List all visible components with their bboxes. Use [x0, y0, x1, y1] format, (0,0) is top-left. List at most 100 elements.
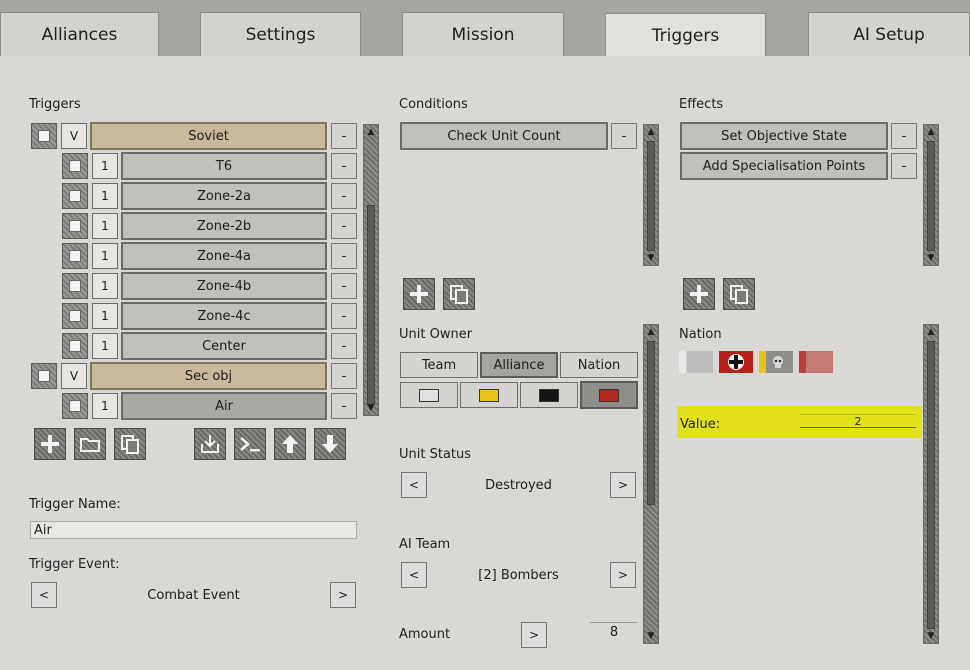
trigger-count[interactable]: 1	[92, 393, 118, 419]
copy-effect-button[interactable]	[723, 278, 755, 310]
trigger-count[interactable]: 1	[92, 153, 118, 179]
copy-trigger-button[interactable]	[114, 428, 146, 460]
scroll-up-icon[interactable]: ▲	[645, 327, 657, 337]
remove-trigger-button[interactable]: -	[331, 183, 357, 209]
tab-mission[interactable]: Mission	[402, 12, 564, 56]
trigger-group-sec-obj[interactable]: Sec obj	[90, 362, 327, 390]
nation-flag-skull[interactable]	[759, 351, 793, 373]
scroll-down-icon[interactable]: ▼	[645, 253, 657, 263]
trigger-count[interactable]: 1	[92, 303, 118, 329]
trigger-group-toggle[interactable]: V	[61, 123, 87, 149]
triggers-scrollbar[interactable]: ▲ ▼	[363, 124, 379, 416]
trigger-count[interactable]: 1	[92, 333, 118, 359]
trigger-item[interactable]: Zone-4b	[121, 272, 327, 300]
trigger-item[interactable]: Zone-2a	[121, 182, 327, 210]
trigger-count[interactable]: 1	[92, 243, 118, 269]
remove-trigger-button[interactable]: -	[331, 213, 357, 239]
trigger-checkbox[interactable]	[62, 303, 88, 329]
add-condition-button[interactable]	[403, 278, 435, 310]
trigger-group-checkbox[interactable]	[31, 123, 57, 149]
alliance-color-white[interactable]	[400, 382, 458, 408]
owner-mode-team[interactable]: Team	[400, 352, 478, 378]
scrollbar-thumb[interactable]	[367, 205, 375, 405]
alliance-color-yellow[interactable]	[460, 382, 518, 408]
alliance-color-black[interactable]	[520, 382, 578, 408]
owner-mode-nation[interactable]: Nation	[560, 352, 638, 378]
remove-trigger-button[interactable]: -	[331, 243, 357, 269]
owner-mode-alliance[interactable]: Alliance	[480, 352, 558, 378]
nation-flag-neutral[interactable]	[679, 351, 713, 373]
remove-trigger-button[interactable]: -	[331, 333, 357, 359]
scroll-down-icon[interactable]: ▼	[925, 253, 937, 263]
scroll-down-icon[interactable]: ▼	[365, 403, 377, 413]
scroll-up-icon[interactable]: ▲	[365, 127, 377, 137]
trigger-event-prev-button[interactable]: <	[31, 582, 57, 608]
trigger-name-input[interactable]: Air	[30, 521, 357, 539]
trigger-event-next-button[interactable]: >	[330, 582, 356, 608]
trigger-checkbox[interactable]	[62, 333, 88, 359]
trigger-group-soviet[interactable]: Soviet	[90, 122, 327, 150]
trigger-checkbox[interactable]	[62, 273, 88, 299]
ai-team-prev-button[interactable]: <	[401, 562, 427, 588]
condition-item[interactable]: Check Unit Count	[400, 122, 608, 150]
amount-value[interactable]: 8	[590, 622, 638, 642]
unit-status-next-button[interactable]: >	[610, 472, 636, 498]
trigger-item[interactable]: Zone-4c	[121, 302, 327, 330]
trigger-count[interactable]: 1	[92, 183, 118, 209]
move-down-button[interactable]	[314, 428, 346, 460]
scroll-down-icon[interactable]: ▼	[925, 631, 937, 641]
scrollbar-thumb[interactable]	[647, 141, 655, 251]
trigger-checkbox[interactable]	[62, 153, 88, 179]
remove-trigger-button[interactable]: -	[331, 303, 357, 329]
scroll-down-icon[interactable]: ▼	[645, 631, 657, 641]
move-up-button[interactable]	[274, 428, 306, 460]
trigger-group-checkbox[interactable]	[31, 363, 57, 389]
effect-item[interactable]: Add Specialisation Points	[680, 152, 888, 180]
add-folder-button[interactable]	[74, 428, 106, 460]
effects-scrollbar[interactable]: ▲ ▼	[923, 124, 939, 266]
remove-trigger-button[interactable]: -	[331, 153, 357, 179]
ai-team-next-button[interactable]: >	[610, 562, 636, 588]
remove-trigger-button[interactable]: -	[331, 363, 357, 389]
amount-stepper-button[interactable]: >	[521, 622, 547, 648]
remove-trigger-button[interactable]: -	[331, 123, 357, 149]
trigger-item-selected[interactable]: Air	[121, 392, 327, 420]
copy-condition-button[interactable]	[443, 278, 475, 310]
scrollbar-thumb[interactable]	[927, 341, 935, 629]
remove-trigger-button[interactable]: -	[331, 393, 357, 419]
value-input[interactable]: 2	[800, 414, 916, 428]
effect-settings-scrollbar[interactable]: ▲ ▼	[923, 324, 939, 644]
console-button[interactable]	[234, 428, 266, 460]
condition-settings-scrollbar[interactable]: ▲ ▼	[643, 324, 659, 644]
conditions-scrollbar[interactable]: ▲ ▼	[643, 124, 659, 266]
add-trigger-button[interactable]	[34, 428, 66, 460]
trigger-checkbox[interactable]	[62, 213, 88, 239]
scroll-up-icon[interactable]: ▲	[925, 127, 937, 137]
remove-effect-button[interactable]: -	[891, 153, 917, 179]
tab-triggers[interactable]: Triggers	[605, 13, 766, 57]
unit-status-prev-button[interactable]: <	[401, 472, 427, 498]
effect-item[interactable]: Set Objective State	[680, 122, 888, 150]
tab-alliances[interactable]: Alliances	[0, 12, 159, 56]
trigger-checkbox[interactable]	[62, 243, 88, 269]
scroll-up-icon[interactable]: ▲	[645, 127, 657, 137]
scrollbar-thumb[interactable]	[927, 141, 935, 251]
scrollbar-thumb[interactable]	[647, 341, 655, 505]
scroll-up-icon[interactable]: ▲	[925, 327, 937, 337]
tab-ai-setup[interactable]: AI Setup	[808, 12, 970, 56]
remove-effect-button[interactable]: -	[891, 123, 917, 149]
trigger-item[interactable]: Zone-4a	[121, 242, 327, 270]
tab-settings[interactable]: Settings	[200, 12, 361, 56]
nation-flag-german[interactable]	[719, 351, 753, 373]
trigger-checkbox[interactable]	[62, 183, 88, 209]
alliance-color-red[interactable]	[580, 381, 638, 409]
import-button[interactable]	[194, 428, 226, 460]
nation-flag-red[interactable]	[799, 351, 833, 373]
trigger-count[interactable]: 1	[92, 273, 118, 299]
trigger-checkbox[interactable]	[62, 393, 88, 419]
add-effect-button[interactable]	[683, 278, 715, 310]
remove-condition-button[interactable]: -	[611, 123, 637, 149]
trigger-item[interactable]: T6	[121, 152, 327, 180]
trigger-count[interactable]: 1	[92, 213, 118, 239]
trigger-item[interactable]: Zone-2b	[121, 212, 327, 240]
